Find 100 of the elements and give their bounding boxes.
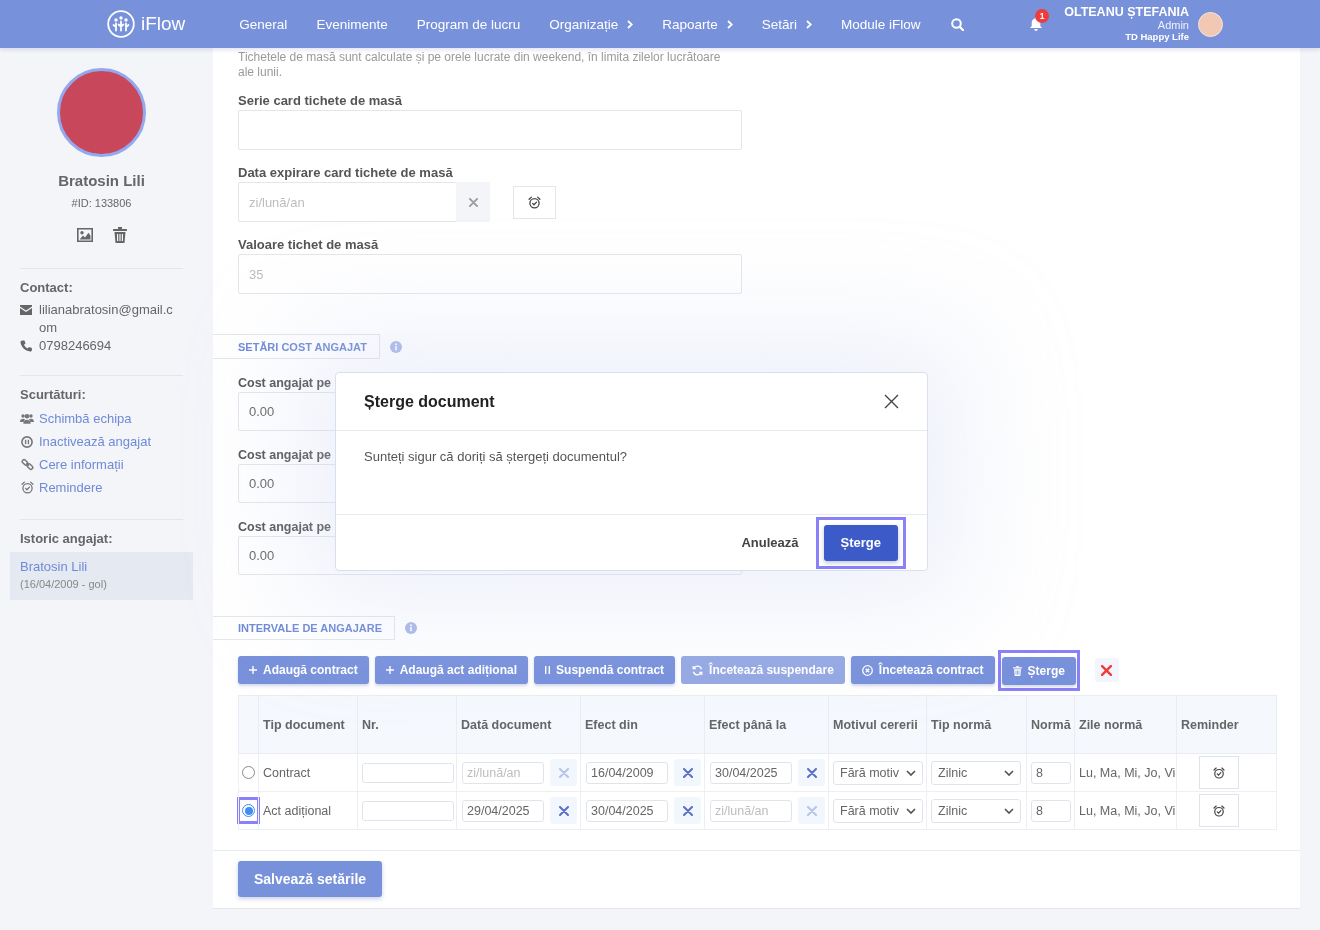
text-input[interactable]: 35 <box>238 254 742 294</box>
employee-link[interactable]: Bratosin Lili <box>20 559 183 575</box>
column-header: Efect până la <box>704 695 829 754</box>
date-input[interactable]: 30/04/2025 <box>710 761 792 784</box>
date-input[interactable]: zi/lună/an <box>238 182 456 222</box>
x-icon <box>806 767 817 778</box>
chevron-down-icon <box>906 807 916 814</box>
number-input[interactable] <box>362 762 454 783</box>
email-text: lilianabratosin@gmail.com <box>39 301 174 337</box>
clear-button[interactable] <box>674 759 701 786</box>
employee-id: #ID: 133806 <box>70 196 133 210</box>
refresh-icon <box>692 664 704 676</box>
nav-link[interactable]: Setări <box>761 16 813 32</box>
x-icon <box>806 805 817 816</box>
clear-button[interactable] <box>674 797 701 824</box>
reason-dropdown[interactable]: Fără motiv <box>833 760 923 785</box>
norm-input[interactable]: 8 <box>1031 799 1071 822</box>
date-input[interactable]: zi/lună/an <box>462 761 544 784</box>
x-icon <box>682 805 693 816</box>
section-tab[interactable]: SETĂRI COST ANGAJAT <box>213 334 380 359</box>
reason-dropdown[interactable]: Fără motiv <box>833 798 923 823</box>
plus-icon <box>249 666 257 674</box>
date-input[interactable]: 16/04/2009 <box>586 761 668 784</box>
shortcut-link[interactable]: Inactivează angajat <box>20 430 183 453</box>
nav-link[interactable]: Organizație <box>549 16 634 32</box>
field-label: Cost angajat pe <box>238 519 332 535</box>
x-icon <box>682 767 693 778</box>
dialog-button[interactable]: Anulează <box>741 535 799 550</box>
norm-input[interactable]: 8 <box>1031 761 1071 784</box>
dialog-title: Șterge document <box>364 392 495 411</box>
section-tab[interactable]: INTERVALE DE ANGAJARE <box>213 616 396 640</box>
date-input[interactable]: zi/lună/an <box>710 799 792 822</box>
field-label: Cost angajat pe <box>238 375 332 391</box>
toolbar-button[interactable]: Suspendă contract <box>534 656 676 684</box>
field-label: Valoare tichet de masă <box>238 237 379 253</box>
table-cell: Contract <box>258 753 358 792</box>
employee-name: Bratosin Lili <box>57 172 146 190</box>
toolbar-button[interactable]: Încetează contract <box>850 656 995 684</box>
user-role: Admin <box>1157 18 1189 31</box>
toolbar-button[interactable]: Adaugă contract <box>238 656 369 684</box>
field-label: Cost angajat pe <box>238 447 332 463</box>
alarm-clock-icon <box>20 481 34 494</box>
reminder-button[interactable] <box>513 185 556 219</box>
norm-type-dropdown[interactable]: Zilnic <box>931 798 1021 823</box>
nav-link[interactable]: Program de lucru <box>416 16 521 32</box>
column-header: Efect din <box>580 695 705 754</box>
avatar-placeholder[interactable] <box>1198 11 1223 37</box>
number-input[interactable] <box>362 800 454 821</box>
plus-icon <box>385 666 394 674</box>
toolbar-button[interactable]: Adaugă act adițional <box>374 656 529 684</box>
dialog-button[interactable]: Șterge <box>823 524 898 561</box>
x-icon <box>558 805 569 816</box>
radio-button[interactable] <box>242 804 255 817</box>
save-button[interactable]: Salvează setările <box>238 861 383 897</box>
nav-link[interactable]: Rapoarte <box>662 16 733 32</box>
table-cell: Lu, Ma, Mi, Jo, Vi <box>1074 753 1177 792</box>
logo-icon <box>107 10 135 38</box>
date-range: (16/04/2009 - gol) <box>20 577 108 591</box>
close-icon[interactable] <box>884 394 899 409</box>
remove-button[interactable] <box>1094 658 1119 682</box>
phone-number: 0798246694 <box>39 337 112 355</box>
x-icon <box>468 197 478 207</box>
info-note: Tichetele de masă sunt calculate și pe orele lucrate din weekend, în limita zilelor lucrătoare ale lunii. <box>238 50 722 80</box>
info-icon <box>405 622 418 634</box>
shortcut-link[interactable]: Remindere <box>20 476 183 499</box>
envelope-icon <box>20 305 32 315</box>
x-icon <box>558 767 569 778</box>
shortcut-link[interactable]: Schimbă echipa <box>20 407 183 430</box>
nav-link[interactable]: General <box>239 16 288 32</box>
brand-name: iFlow <box>141 13 186 35</box>
date-input[interactable]: 30/04/2025 <box>586 799 668 822</box>
nav-link[interactable]: Module iFlow <box>841 16 921 32</box>
nav-link[interactable]: Evenimente <box>316 16 388 32</box>
column-header: Normă <box>1026 695 1075 754</box>
phone-icon <box>20 340 32 352</box>
column-header: Tip document <box>258 695 358 754</box>
pause-circle-icon <box>21 435 33 448</box>
users-icon <box>20 413 34 424</box>
link-icon <box>20 458 34 471</box>
clear-button[interactable] <box>550 797 577 824</box>
table-cell: Act adițional <box>258 791 358 830</box>
reminder-button[interactable] <box>1199 756 1239 789</box>
shortcut-link[interactable]: Cere informații <box>20 453 183 476</box>
company-name: TD Happy Life <box>1125 30 1189 43</box>
search-icon[interactable] <box>950 17 964 31</box>
reminder-button[interactable] <box>1199 794 1239 827</box>
toolbar-button[interactable]: Șterge <box>1001 656 1076 685</box>
clear-button[interactable] <box>798 759 825 786</box>
circle-x-icon <box>861 664 873 676</box>
date-input[interactable]: 29/04/2025 <box>462 799 544 822</box>
image-icon[interactable] <box>76 228 93 242</box>
section-title: Scurtături: <box>20 387 87 403</box>
text-input[interactable] <box>238 110 742 150</box>
notification-badge: 1 <box>1035 9 1050 23</box>
radio-button[interactable] <box>242 766 255 779</box>
column-header: Reminder <box>1176 695 1277 754</box>
info-icon <box>389 340 402 353</box>
trash-icon[interactable] <box>112 227 127 243</box>
column-header: Motivul cererii <box>828 695 927 754</box>
norm-type-dropdown[interactable]: Zilnic <box>931 760 1021 785</box>
